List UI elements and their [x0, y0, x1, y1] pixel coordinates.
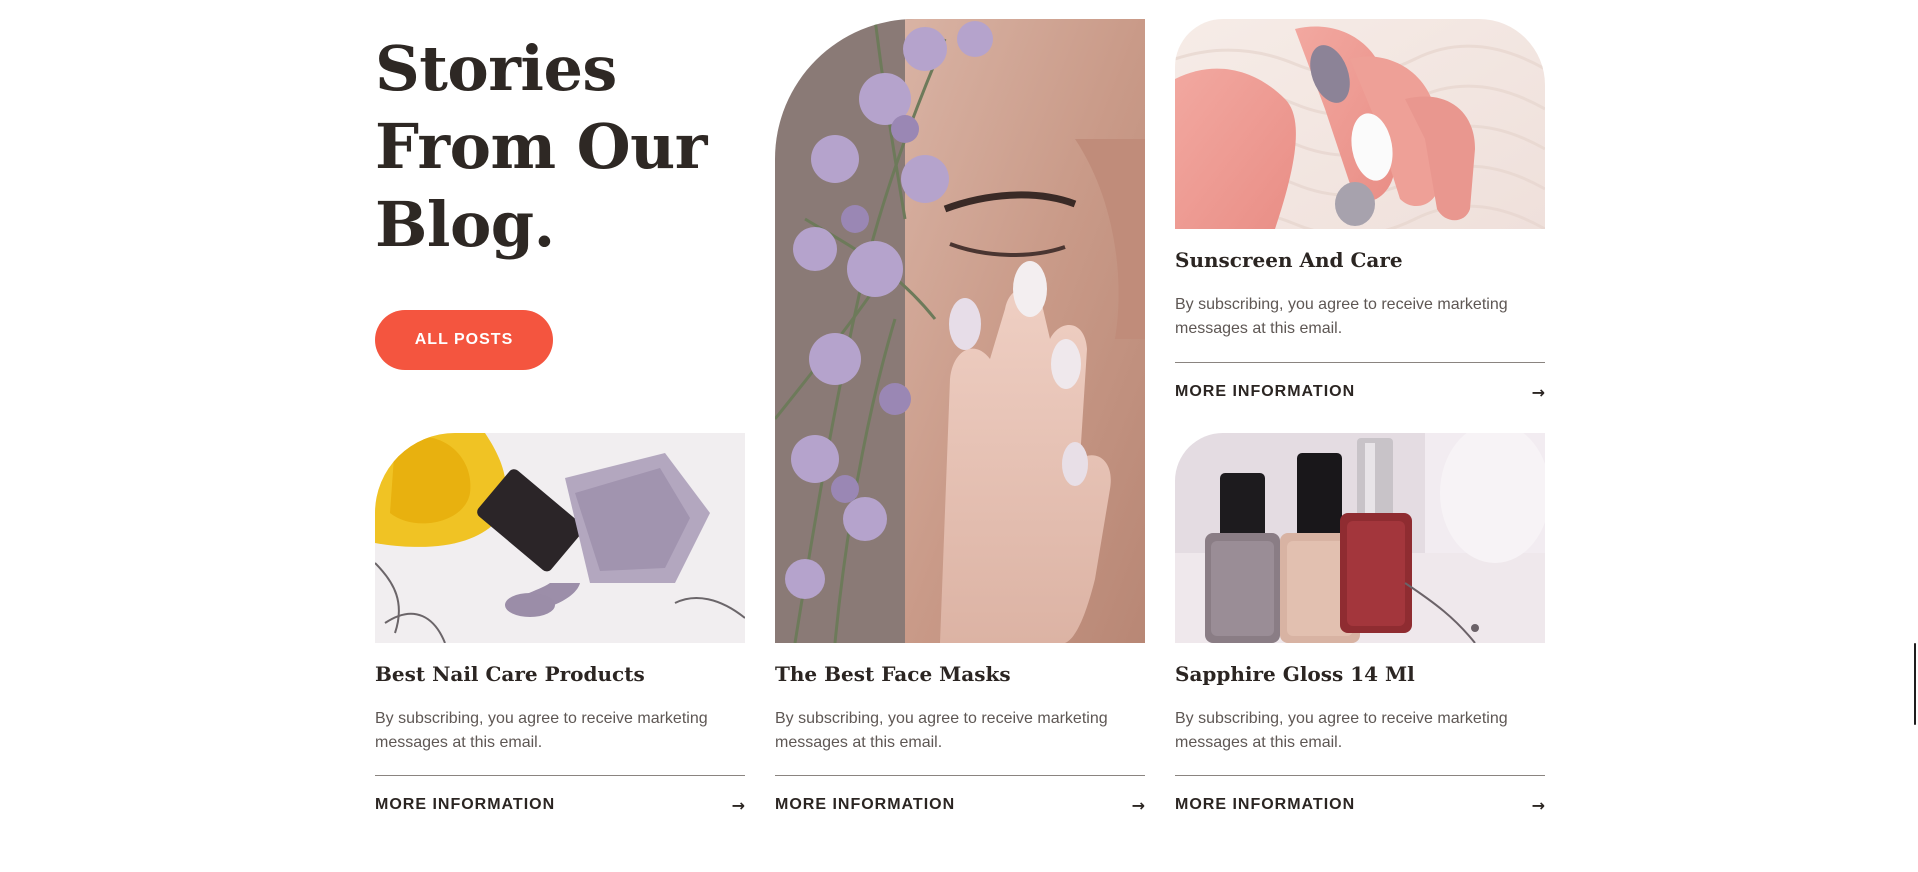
card-title-nail-care[interactable]: Best Nail Care Products	[375, 662, 645, 686]
arrow-right-icon: →	[1531, 382, 1545, 402]
card-desc-sunscreen: By subscribing, you agree to receive mar…	[1175, 296, 1508, 337]
card-desc-nail-care: By subscribing, you agree to receive mar…	[375, 710, 708, 751]
arrow-right-icon: →	[1531, 795, 1545, 815]
blog-section: Stories From Our Blog. ALL POSTS Sunscre…	[0, 0, 1918, 872]
more-info-link-sunscreen[interactable]: MORE INFORMATION →	[1175, 380, 1545, 404]
manicured-hand-photo	[1175, 19, 1545, 229]
more-info-link-face-masks[interactable]: MORE INFORMATION →	[775, 793, 1145, 817]
more-info-label: MORE INFORMATION	[1175, 796, 1356, 813]
more-info-label: MORE INFORMATION	[775, 796, 956, 813]
spilled-nail-polish-photo	[375, 433, 745, 643]
card-image-nail-care[interactable]	[375, 433, 745, 643]
card-desc-face-masks: By subscribing, you agree to receive mar…	[775, 710, 1108, 751]
card-title-face-masks[interactable]: The Best Face Masks	[775, 662, 1011, 686]
more-info-link-nail-care[interactable]: MORE INFORMATION →	[375, 793, 745, 817]
card-title-sunscreen[interactable]: Sunscreen And Care	[1175, 248, 1403, 272]
card-divider	[375, 775, 745, 776]
scrollbar-thumb[interactable]	[1914, 643, 1916, 725]
card-title-sapphire-gloss[interactable]: Sapphire Gloss 14 Ml	[1175, 662, 1415, 686]
card-image-sapphire-gloss[interactable]	[1175, 433, 1545, 643]
all-posts-button[interactable]: ALL POSTS	[375, 310, 553, 370]
more-info-label: MORE INFORMATION	[1175, 383, 1356, 400]
more-info-link-sapphire-gloss[interactable]: MORE INFORMATION →	[1175, 793, 1545, 817]
nail-polish-bottles-photo	[1175, 433, 1545, 643]
card-image-face-masks[interactable]	[775, 19, 1145, 643]
section-heading: Stories From Our Blog.	[375, 32, 707, 261]
card-image-sunscreen[interactable]	[1175, 19, 1545, 229]
card-divider	[775, 775, 1145, 776]
arrow-right-icon: →	[731, 795, 745, 815]
card-divider	[1175, 775, 1545, 776]
card-divider	[1175, 362, 1545, 363]
more-info-label: MORE INFORMATION	[375, 796, 556, 813]
arrow-right-icon: →	[1131, 795, 1145, 815]
card-desc-sapphire-gloss: By subscribing, you agree to receive mar…	[1175, 710, 1508, 751]
woman-with-flowers-photo	[775, 19, 1145, 643]
